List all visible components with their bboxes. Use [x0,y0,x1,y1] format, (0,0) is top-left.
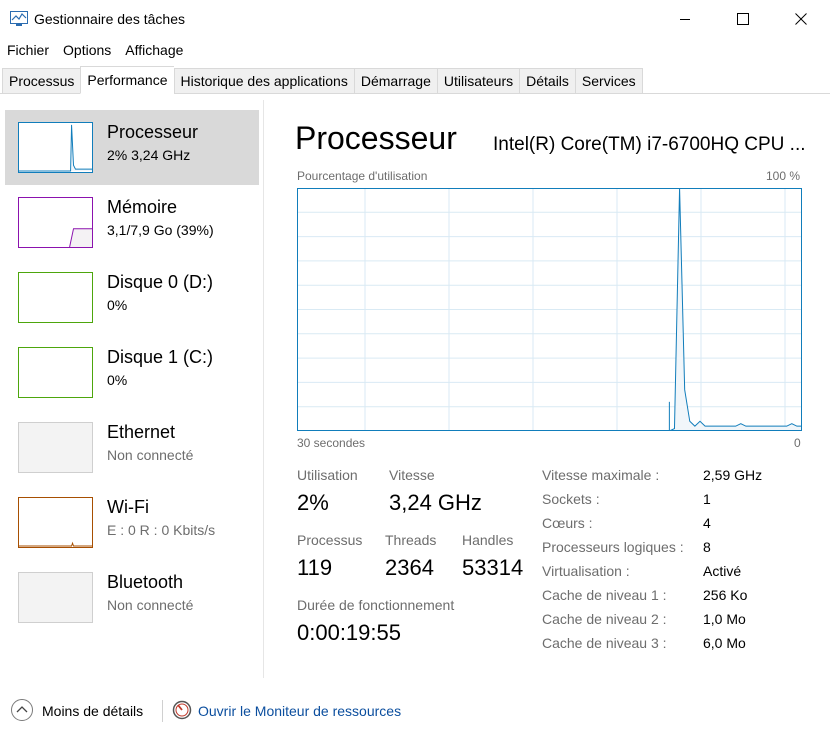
threads-value: 2364 [385,555,434,580]
maximize-icon [737,13,749,25]
sidebar-item-label: Bluetooth [107,572,184,592]
wifi-thumbnail [18,497,93,548]
processus-label: Processus [297,532,363,548]
vitesse-value: 3,24 GHz [389,490,482,515]
memoire-thumbnail [18,197,93,248]
bluetooth-thumbnail [18,572,93,623]
spec-label: Processeurs logiques : [542,539,684,555]
tab-processus[interactable]: Processus [2,68,81,94]
tab-services[interactable]: Services [574,68,643,94]
spec-value: 6,0 Mo [703,635,746,651]
chevron-up-icon[interactable] [10,698,34,722]
sidebar-item-processeur[interactable]: Processeur 2% 3,24 GHz [5,110,259,185]
menu-bar: Fichier Options Affichage [0,40,190,62]
menu-fichier[interactable]: Fichier [0,40,56,62]
close-icon [795,13,807,25]
sidebar-item-disque0[interactable]: Disque 0 (D:) 0% [5,260,259,335]
utilisation-value: 2% [297,490,329,515]
spec-value: 1 [703,491,711,507]
sidebar-item-value: Non connecté [107,597,194,613]
sidebar-item-value: 3,1/7,9 Go (39%) [107,222,214,238]
spec-value: 4 [703,515,711,531]
footer-divider [0,678,830,679]
sidebar-item-disque1[interactable]: Disque 1 (C:) 0% [5,335,259,410]
spec-value: 8 [703,539,711,555]
processus-value: 119 [297,555,333,580]
sidebar-item-label: Ethernet [107,422,176,442]
tab-utilisateurs[interactable]: Utilisateurs [436,68,520,94]
cpu-usage-chart [297,188,802,431]
sidebar-item-label: Disque 0 (D:) [107,272,214,292]
spec-value: Activé [703,563,742,579]
sidebar-item-label: Mémoire [107,197,178,217]
sidebar-item-value: 0% [107,372,128,388]
close-button[interactable] [778,0,824,38]
sidebar-item-label: Disque 1 (C:) [107,347,214,367]
disque0-thumbnail [18,272,93,323]
sidebar-divider [263,100,264,678]
spec-label: Sockets : [542,491,600,507]
page-title: Processeur [295,120,457,156]
sidebar-item-memoire[interactable]: Mémoire 3,1/7,9 Go (39%) [5,185,259,260]
spec-label: Vitesse maximale : [542,467,660,483]
disque1-thumbnail [18,347,93,398]
spec-label: Cache de niveau 2 : [542,611,667,627]
handles-value: 53314 [462,555,524,580]
title-bar: Gestionnaire des tâches [0,0,830,38]
spec-label: Virtualisation : [542,563,630,579]
minimize-icon [680,19,690,20]
sidebar-item-value: 2% 3,24 GHz [107,147,191,163]
handles-label: Handles [462,532,514,548]
resource-monitor-link[interactable]: Ouvrir le Moniteur de ressources [198,703,401,719]
spec-label: Cache de niveau 3 : [542,635,667,651]
less-details-button[interactable]: Moins de détails [42,703,143,719]
vitesse-label: Vitesse [389,467,435,483]
spec-value: 1,0 Mo [703,611,746,627]
sidebar-item-value: E : 0 R : 0 Kbits/s [107,522,216,538]
spec-label: Cache de niveau 1 : [542,587,667,603]
tab-historique[interactable]: Historique des applications [173,68,354,94]
tab-details[interactable]: Détails [519,68,575,94]
tab-performance[interactable]: Performance [80,66,174,94]
footer-separator [162,700,163,722]
tab-bar: Processus Performance Historique des app… [2,66,643,94]
spec-label: Cœurs : [542,515,593,531]
sidebar-item-value: Non connecté [107,447,194,463]
cpu-model-name: Intel(R) Core(TM) i7-6700HQ CPU ... [493,134,806,155]
graph-label: Pourcentage d'utilisation [297,169,428,183]
ethernet-thumbnail [18,422,93,473]
sidebar-item-bluetooth[interactable]: Bluetooth Non connecté [5,560,259,635]
tab-demarrage[interactable]: Démarrage [353,68,437,94]
resource-monitor-icon[interactable] [172,700,192,720]
window-title: Gestionnaire des tâches [34,11,185,27]
task-manager-icon [10,11,28,26]
menu-affichage[interactable]: Affichage [118,40,190,62]
processeur-thumbnail [18,122,93,173]
graph-max-label: 100 % [766,169,801,183]
maximize-button[interactable] [720,0,766,38]
threads-label: Threads [385,532,437,548]
resource-sidebar: Processeur 2% 3,24 GHz Mémoire 3,1/7,9 G… [5,110,259,635]
sidebar-item-label: Processeur [107,122,199,142]
uptime-value: 0:00:19:55 [297,620,401,645]
sidebar-item-label: Wi-Fi [107,497,149,517]
spec-value: 256 Ko [703,587,748,603]
sidebar-item-wifi[interactable]: Wi-Fi E : 0 R : 0 Kbits/s [5,485,259,560]
spec-value: 2,59 GHz [703,467,763,483]
utilisation-label: Utilisation [297,467,358,483]
minimize-button[interactable] [662,0,708,38]
graph-time-label: 30 secondes [297,436,366,450]
graph-min-label: 0 [794,436,801,450]
menu-options[interactable]: Options [56,40,118,62]
sidebar-item-value: 0% [107,297,128,313]
cpu-usage-graph [297,188,802,431]
sidebar-item-ethernet[interactable]: Ethernet Non connecté [5,410,259,485]
uptime-label: Durée de fonctionnement [297,597,455,613]
